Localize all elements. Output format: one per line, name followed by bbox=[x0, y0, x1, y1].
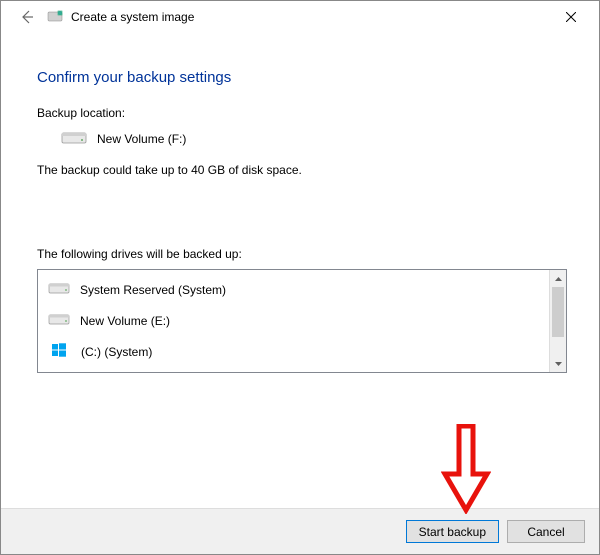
drive-icon bbox=[48, 311, 80, 330]
drive-name: New Volume (E:) bbox=[80, 314, 170, 328]
size-info-text: The backup could take up to 40 GB of dis… bbox=[37, 163, 567, 177]
titlebar: Create a system image bbox=[1, 1, 599, 33]
scroll-thumb[interactable] bbox=[552, 287, 564, 337]
chevron-down-icon bbox=[555, 362, 562, 366]
page-heading: Confirm your backup settings bbox=[37, 69, 567, 86]
backup-location-row: New Volume (F:) bbox=[37, 128, 567, 149]
button-bar: Start backup Cancel bbox=[1, 508, 599, 554]
drive-icon bbox=[61, 128, 97, 149]
drive-icon bbox=[48, 280, 80, 299]
list-item[interactable]: New Volume (E:) bbox=[44, 305, 543, 336]
windows-logo-icon bbox=[48, 342, 81, 361]
drive-name: System Reserved (System) bbox=[80, 283, 226, 297]
drives-listbox[interactable]: System Reserved (System) New Volume (E:) bbox=[37, 269, 567, 373]
annotation-arrow-icon bbox=[441, 424, 491, 514]
backup-location-label: Backup location: bbox=[37, 106, 567, 120]
chevron-up-icon bbox=[555, 277, 562, 281]
content-area: Confirm your backup settings Backup loca… bbox=[1, 33, 599, 373]
scroll-down-button[interactable] bbox=[550, 355, 566, 372]
backup-location-value: New Volume (F:) bbox=[97, 132, 186, 146]
back-button[interactable] bbox=[15, 5, 39, 29]
drive-name: (C:) (System) bbox=[81, 345, 152, 359]
list-item[interactable]: (C:) (System) bbox=[44, 336, 543, 367]
back-arrow-icon bbox=[19, 9, 35, 25]
scroll-track[interactable] bbox=[550, 287, 566, 355]
drives-list-inner: System Reserved (System) New Volume (E:) bbox=[38, 270, 549, 372]
scroll-up-button[interactable] bbox=[550, 270, 566, 287]
scrollbar[interactable] bbox=[549, 270, 566, 372]
list-item[interactable]: System Reserved (System) bbox=[44, 274, 543, 305]
app-icon bbox=[47, 9, 63, 25]
drives-label: The following drives will be backed up: bbox=[37, 247, 567, 261]
close-button[interactable] bbox=[551, 3, 591, 31]
cancel-button[interactable]: Cancel bbox=[507, 520, 585, 543]
window-title: Create a system image bbox=[71, 10, 194, 24]
start-backup-button[interactable]: Start backup bbox=[406, 520, 499, 543]
close-icon bbox=[566, 12, 576, 22]
